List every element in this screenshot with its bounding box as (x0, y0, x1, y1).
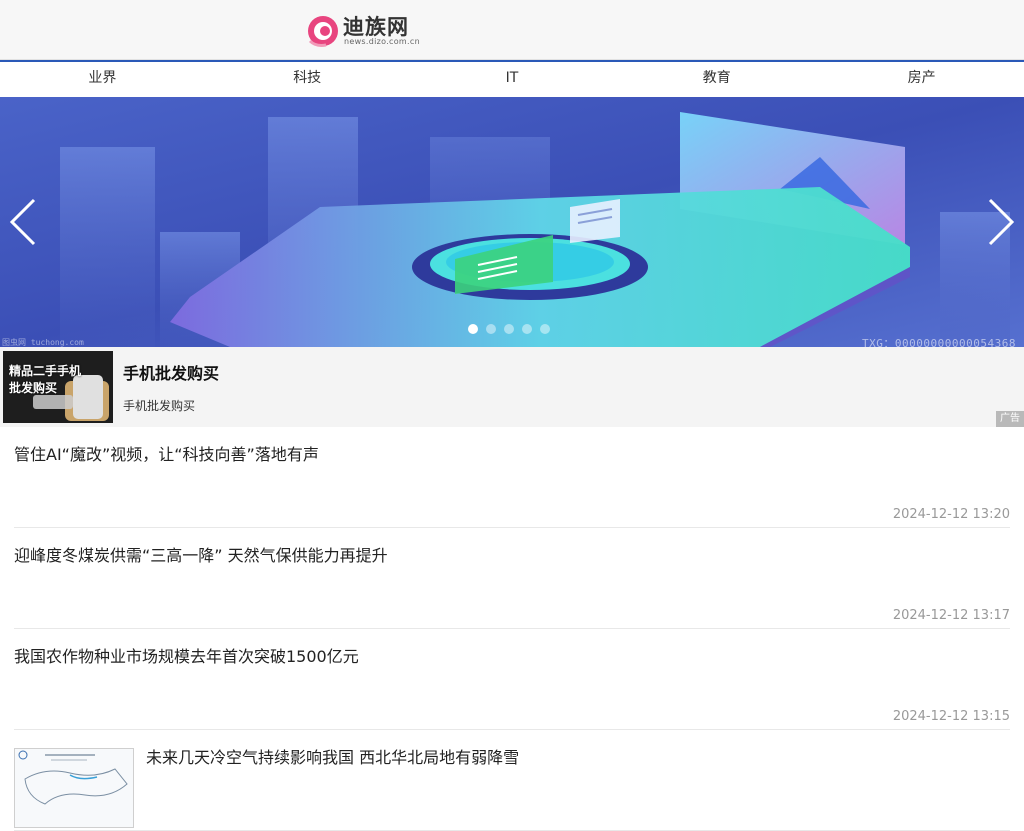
carousel-dot-5[interactable] (540, 324, 550, 334)
logo-domain: news.dizo.com.cn (344, 37, 420, 46)
weather-map-image (15, 749, 133, 827)
carousel-prev-arrow-icon[interactable] (8, 197, 38, 247)
ad-badge: 广告 (996, 411, 1024, 427)
carousel-dot-1[interactable] (468, 324, 478, 334)
news-title: 迎峰度冬煤炭供需“三高一降” 天然气保供能力再提升 (14, 546, 388, 565)
ad-card[interactable]: 精品二手手机 批发购买 手机批发购买 手机批发购买 广告 (0, 347, 1024, 427)
carousel-dot-3[interactable] (504, 324, 514, 334)
ad-thumb-line1: 精品二手手机 (9, 364, 82, 378)
news-item[interactable]: 迎峰度冬煤炭供需“三高一降” 天然气保供能力再提升 2024-12-12 13:… (14, 528, 1010, 629)
news-thumbnail-map (14, 748, 134, 828)
news-title: 管住AI“魔改”视频，让“科技向善”落地有声 (14, 445, 319, 464)
nav-item-industry[interactable]: 业界 (0, 62, 205, 97)
ad-thumbnail: 精品二手手机 批发购买 (3, 351, 113, 423)
logo-mark-icon (308, 16, 338, 47)
carousel-dot-2[interactable] (486, 324, 496, 334)
banner-image (0, 97, 1024, 347)
carousel-dots (468, 324, 550, 334)
news-list: 管住AI“魔改”视频，让“科技向善”落地有声 2024-12-12 13:20 … (14, 427, 1010, 831)
news-title: 未来几天冷空气持续影响我国 西北华北局地有弱降雪 (146, 748, 520, 767)
news-item[interactable]: 未来几天冷空气持续影响我国 西北华北局地有弱降雪 (14, 730, 1010, 831)
ad-title: 手机批发购买 (123, 364, 220, 383)
site-logo[interactable]: 迪族网 news.dizo.com.cn (306, 13, 426, 49)
ad-description: 手机批发购买 (123, 399, 196, 413)
news-time: 2024-12-12 13:20 (892, 507, 1010, 522)
nav-item-it[interactable]: IT (410, 62, 615, 97)
news-title: 我国农作物种业市场规模去年首次突破1500亿元 (14, 647, 359, 666)
banner-watermark-left: 图虫网 tuchong.com (2, 338, 84, 347)
news-item[interactable]: 我国农作物种业市场规模去年首次突破1500亿元 2024-12-12 13:15 (14, 629, 1010, 730)
nav-item-tech[interactable]: 科技 (205, 62, 410, 97)
carousel-dot-4[interactable] (522, 324, 532, 334)
nav-item-education[interactable]: 教育 (614, 62, 819, 97)
banner-carousel[interactable]: 图虫网 tuchong.com TXG：00000000000054368 (0, 97, 1024, 347)
category-nav: 业界 科技 IT 教育 房产 (0, 60, 1024, 97)
site-header: 迪族网 news.dizo.com.cn (0, 0, 1024, 60)
news-time: 2024-12-12 13:15 (892, 709, 1010, 724)
carousel-next-arrow-icon[interactable] (986, 197, 1016, 247)
banner-watermark-right: TXG：00000000000054368 (862, 337, 1016, 347)
nav-item-realestate[interactable]: 房产 (819, 62, 1024, 97)
ad-thumb-line2: 批发购买 (9, 381, 58, 395)
news-time: 2024-12-12 13:17 (892, 608, 1010, 623)
news-item[interactable]: 管住AI“魔改”视频，让“科技向善”落地有声 2024-12-12 13:20 (14, 427, 1010, 528)
